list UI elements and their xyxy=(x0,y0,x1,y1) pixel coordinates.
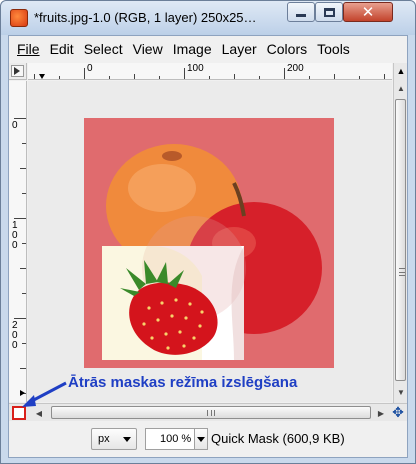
unit-select[interactable]: px xyxy=(91,428,137,450)
horizontal-scroll-thumb[interactable] xyxy=(51,406,371,419)
menu-bar: File Edit Select View Image Layer Colors… xyxy=(9,36,407,62)
horizontal-ruler[interactable]: 0 100 200 xyxy=(28,63,392,80)
chevron-down-icon xyxy=(123,437,131,442)
vertical-ruler[interactable]: 0 100 200 xyxy=(9,81,27,402)
window-title: *fruits.jpg-1.0 (RGB, 1 layer) 250x25… xyxy=(34,10,257,25)
zoom-dropdown-button[interactable] xyxy=(194,428,208,450)
hruler-label-100: 100 xyxy=(187,63,204,74)
image-canvas[interactable] xyxy=(28,81,392,402)
title-bar[interactable]: *fruits.jpg-1.0 (RGB, 1 layer) 250x25… ✕ xyxy=(1,1,415,35)
menu-layer[interactable]: Layer xyxy=(217,36,262,62)
menu-view[interactable]: View xyxy=(128,36,168,62)
close-icon: ✕ xyxy=(361,2,375,21)
close-button[interactable]: ✕ xyxy=(343,2,393,22)
menu-select[interactable]: Select xyxy=(79,36,128,62)
scroll-grip-icon xyxy=(399,268,405,276)
maximize-button[interactable] xyxy=(315,2,343,22)
vruler-label-200: 200 xyxy=(12,320,18,351)
menu-edit[interactable]: Edit xyxy=(45,36,79,62)
navigate-icon[interactable]: ✥ xyxy=(391,405,405,421)
horizontal-ruler-ticks xyxy=(34,68,385,79)
zoom-input[interactable]: 100 % xyxy=(145,428,195,450)
annotation-label: Ātrās maskas režīma izslēgšana xyxy=(68,374,298,391)
image-window: *fruits.jpg-1.0 (RGB, 1 layer) 250x25… ✕… xyxy=(0,0,416,464)
vruler-label-0: 0 xyxy=(12,120,18,131)
minimize-button[interactable] xyxy=(287,2,315,22)
scroll-right-button[interactable]: ▶ xyxy=(376,406,386,420)
scroll-down-button[interactable]: ▼ xyxy=(396,385,406,399)
scroll-grip-icon xyxy=(207,410,215,416)
status-message: Quick Mask (600,9 KB) xyxy=(211,431,345,446)
unit-value: px xyxy=(98,433,110,445)
zoom-value: 100 % xyxy=(160,433,192,445)
annotation-arrow-icon xyxy=(22,381,67,407)
triangle-right-icon xyxy=(14,67,20,75)
menu-tools[interactable]: Tools xyxy=(312,36,355,62)
maximize-icon xyxy=(323,7,335,17)
menu-image[interactable]: Image xyxy=(168,36,217,62)
hruler-label-0: 0 xyxy=(87,63,93,74)
vruler-label-100: 100 xyxy=(12,220,18,251)
vertical-scroll-thumb[interactable] xyxy=(395,99,406,381)
menu-colors[interactable]: Colors xyxy=(262,36,312,62)
menu-file[interactable]: File xyxy=(9,36,45,62)
image-menu-button[interactable] xyxy=(9,63,27,80)
gimp-app-icon xyxy=(10,9,28,27)
vertical-scrollbar[interactable]: ▲ ▲ ▼ xyxy=(393,63,407,403)
fruits-image[interactable] xyxy=(84,118,334,368)
status-bar: px 100 % Quick Mask (600,9 KB) xyxy=(9,422,407,457)
scroll-up-arrow-icon[interactable]: ▲ xyxy=(394,63,408,79)
fruits-illustration xyxy=(84,118,334,368)
hruler-label-200: 200 xyxy=(287,63,304,74)
minimize-icon xyxy=(296,13,306,17)
scroll-up-button[interactable]: ▲ xyxy=(396,81,406,95)
